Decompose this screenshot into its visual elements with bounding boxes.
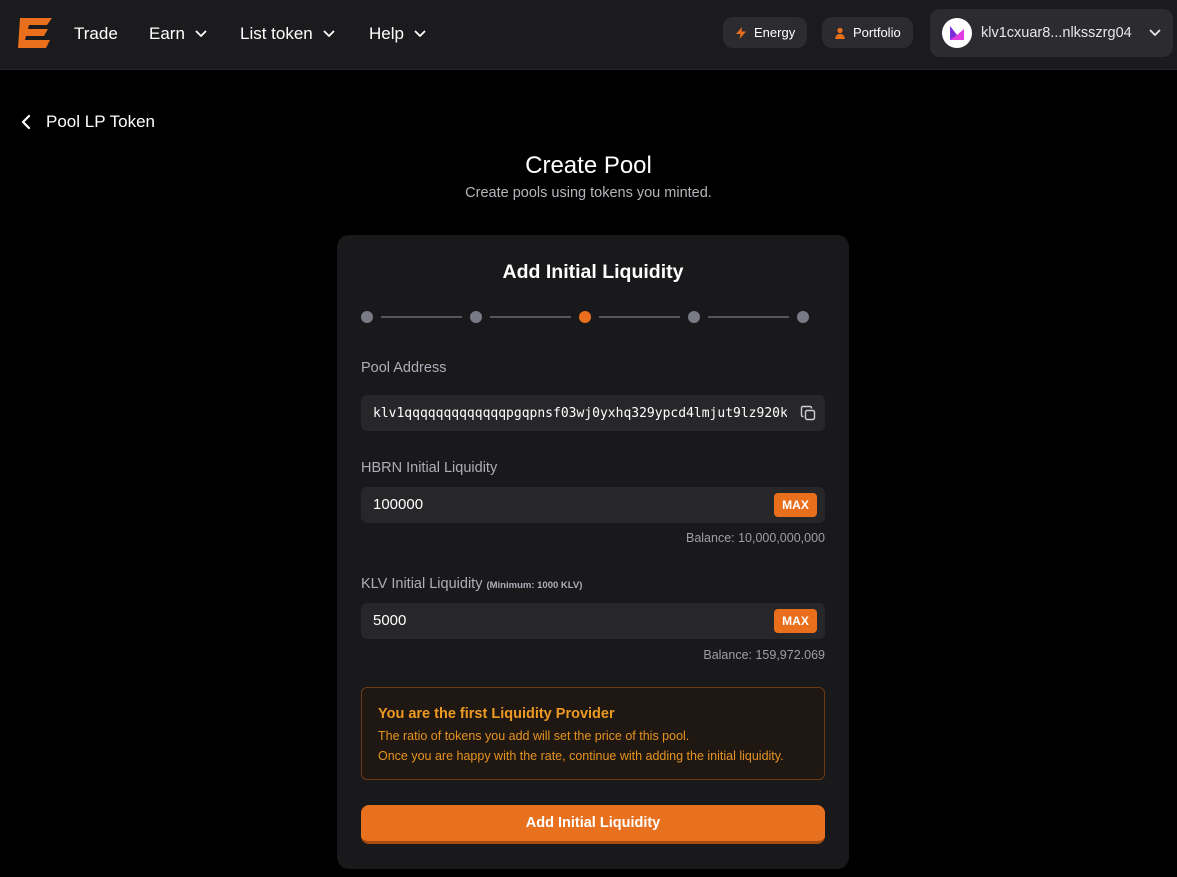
step-connector [599,316,680,318]
add-initial-liquidity-button[interactable]: Add Initial Liquidity [361,805,825,844]
nav-item-list-token[interactable]: List token [240,22,335,46]
pool-address-label: Pool Address [361,360,447,376]
copy-icon[interactable] [800,405,817,422]
nav-item-label: Help [369,24,404,43]
hbrn-max-button[interactable]: MAX [774,493,817,517]
user-icon [835,27,845,39]
energy-label: Energy [754,25,796,40]
page-title: Create Pool [525,152,652,179]
add-liquidity-card: Add Initial Liquidity Pool Address klv1q… [337,235,849,869]
nav-item-trade[interactable]: Trade [74,22,118,46]
page-subtitle: Create pools using tokens you minted. [465,185,712,201]
klv-balance: Balance: 159,972.069 [703,648,825,662]
step-dot [361,311,373,323]
wallet-dropdown[interactable]: klv1cxuar8...nlksszrg04 [930,9,1173,57]
nav-item-label: Trade [74,24,118,43]
nav-item-label: Earn [149,24,185,43]
notice-text-line-1: The ratio of tokens you add will set the… [378,729,690,743]
logo-icon[interactable] [16,15,54,51]
klv-liquidity-label: KLV Initial Liquidity (Minimum: 1000 KLV… [361,576,582,592]
portfolio-label: Portfolio [853,25,901,40]
avatar [942,18,972,48]
notice-text-line-2: Once you are happy with the rate, contin… [378,749,784,763]
hbrn-liquidity-label: HBRN Initial Liquidity [361,460,498,476]
back-link-label: Pool LP Token [46,112,156,131]
first-provider-notice: You are the first Liquidity Provider The… [361,687,825,780]
step-connector [490,316,571,318]
klv-liquidity-field: MAX [361,603,825,639]
notice-title: You are the first Liquidity Provider [378,706,615,722]
chevron-down-icon [323,30,335,37]
hbrn-balance: Balance: 10,000,000,000 [685,531,825,545]
hbrn-liquidity-field: MAX [361,487,825,523]
klv-amount-input[interactable] [373,603,763,639]
pool-address-field: klv1qqqqqqqqqqqqqpgqpnsf03wj0yxhq329ypcd… [361,395,825,431]
wallet-address: klv1cxuar8...nlksszrg04 [981,25,1132,41]
klv-max-button[interactable]: MAX [774,609,817,633]
hbrn-amount-input[interactable] [373,487,763,523]
progress-stepper [361,309,829,325]
step-dot [470,311,482,323]
chevron-down-icon [414,30,426,37]
chevron-down-icon [1149,29,1161,36]
portfolio-button[interactable]: Portfolio [822,17,913,48]
step-dot-active [579,311,591,323]
chevron-left-icon [21,114,31,130]
card-title: Add Initial Liquidity [502,261,684,283]
nav-item-help[interactable]: Help [369,22,426,46]
top-navbar: Trade Earn List token Help Energy Portfo… [0,0,1177,70]
step-connector [708,316,789,318]
step-connector [381,316,462,318]
energy-button[interactable]: Energy [723,17,808,48]
lightning-icon [736,26,746,39]
nav-item-label: List token [240,24,313,43]
back-link[interactable]: Pool LP Token [20,112,155,132]
chevron-down-icon [195,30,207,37]
klv-liquidity-label-text: KLV Initial Liquidity [361,576,483,592]
step-dot [797,311,809,323]
nav-item-earn[interactable]: Earn [149,22,207,46]
klv-minimum-hint: (Minimum: 1000 KLV) [486,580,583,591]
pool-address-value: klv1qqqqqqqqqqqqqpgqpnsf03wj0yxhq329ypcd… [373,406,787,421]
step-dot [688,311,700,323]
